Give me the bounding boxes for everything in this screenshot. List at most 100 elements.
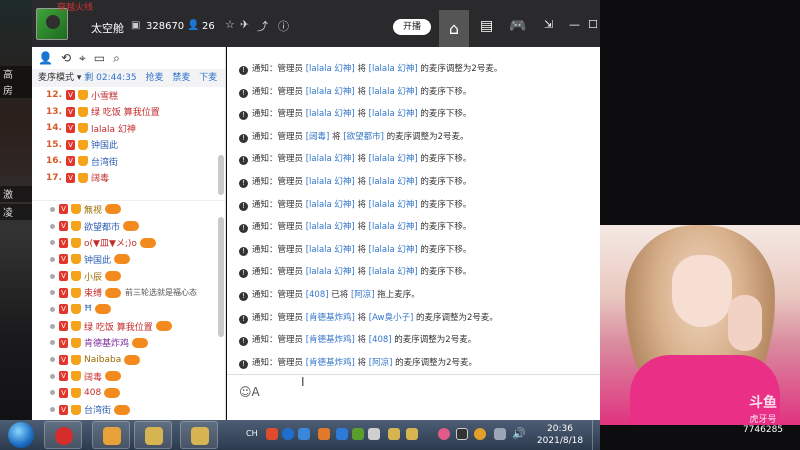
queue-item[interactable]: 13. V 绿 吃饭 算我位置 — [32, 104, 225, 121]
chat-input[interactable]: ☺A I — [227, 374, 600, 420]
help-icon[interactable] — [282, 428, 294, 440]
tray-app-icon[interactable] — [336, 428, 348, 440]
user-list-item[interactable]: V 肯德基炸鸡 — [32, 335, 225, 352]
target-user-name[interactable]: [Aw臭小子] — [369, 313, 414, 323]
taskbar-app-game-1[interactable] — [134, 421, 172, 449]
target-user-name[interactable]: [lalala 幻神] — [369, 87, 418, 97]
user-list-item[interactable]: V 無视 — [32, 201, 225, 218]
admin-name[interactable]: [lalala 幻神] — [306, 109, 355, 119]
user-list-item[interactable]: V 阔毒 — [32, 368, 225, 385]
monitor-icon[interactable] — [494, 428, 506, 440]
user-list-item[interactable]: V 束缚 前三轮选就是福心态 — [32, 284, 225, 301]
plane-icon[interactable]: ✈ — [240, 18, 249, 31]
swap-icon[interactable]: ⟲ — [61, 51, 71, 69]
tray-app-icon[interactable] — [368, 428, 380, 440]
volume-icon[interactable]: 🔊 — [512, 427, 526, 440]
admin-name[interactable]: [肯德基炸鸡] — [306, 313, 355, 323]
admin-name[interactable]: [lalala 幻神] — [306, 177, 355, 187]
message-text: 的麦序下移。 — [417, 267, 472, 278]
taskbar-app-netease[interactable] — [44, 421, 82, 449]
taskbar-app-notes[interactable] — [92, 421, 130, 449]
admin-name[interactable]: [lalala 幻神] — [306, 222, 355, 232]
search-icon[interactable]: ⌕ — [113, 51, 120, 69]
target-user-name[interactable]: [lalala 幻神] — [369, 154, 418, 164]
admin-name[interactable]: [阔毒] — [306, 132, 330, 142]
maximize-icon[interactable]: ☐ — [588, 18, 598, 31]
level-badge-icon: V — [59, 254, 68, 265]
tray-app-icon[interactable] — [406, 428, 418, 440]
sogou-icon[interactable] — [266, 428, 278, 440]
target-user-name[interactable]: [lalala 幻神] — [369, 200, 418, 210]
target-user-name[interactable]: [lalala 幻神] — [369, 109, 418, 119]
target-user-name[interactable]: [lalala 幻神] — [369, 245, 418, 255]
user-list-item[interactable]: V 小辰 — [32, 268, 225, 285]
note-icon[interactable]: ▭ — [94, 51, 105, 69]
user-nickname: 绿 吃饭 算我位置 — [84, 322, 153, 333]
location-icon[interactable]: ⌖ — [79, 51, 86, 69]
network-icon[interactable] — [298, 428, 310, 440]
queue-item[interactable]: 17. V 阔毒 — [32, 170, 225, 187]
target-user-name[interactable]: [408] — [369, 335, 392, 345]
admin-name[interactable]: [lalala 幻神] — [306, 87, 355, 97]
admin-name[interactable]: [lalala 幻神] — [306, 64, 355, 74]
download-icon[interactable]: ⇲ — [544, 18, 553, 31]
tray-app-icon[interactable] — [318, 428, 330, 440]
user-icon[interactable]: 👤 — [38, 51, 53, 69]
target-user-name[interactable]: [阿凉] — [369, 358, 393, 368]
show-desktop-button[interactable] — [592, 420, 600, 450]
user-list-item[interactable]: V 408 — [32, 385, 225, 402]
user-list-item[interactable]: VĦ — [32, 301, 225, 318]
start-live-button[interactable]: 开播 — [393, 19, 431, 35]
chevron-down-icon[interactable]: ▾ — [77, 73, 82, 83]
windows-start-icon[interactable] — [8, 422, 34, 448]
user-scrollbar[interactable] — [218, 217, 224, 337]
user-list-item[interactable]: V 欲望都市 — [32, 218, 225, 235]
queue-scrollbar[interactable] — [218, 155, 224, 195]
medal-icon — [114, 254, 131, 265]
user-list-item[interactable]: V 钟国此 — [32, 251, 225, 268]
tray-app-icon[interactable] — [388, 428, 400, 440]
target-user-name[interactable]: [lalala 幻神] — [369, 64, 418, 74]
user-list-item[interactable]: V 台湾街 — [32, 401, 225, 418]
target-user-name[interactable]: [阿凉] — [351, 290, 375, 300]
target-user-name[interactable]: [lalala 幻神] — [369, 177, 418, 187]
admin-name[interactable]: [lalala 幻神] — [306, 245, 355, 255]
nvidia-icon[interactable] — [352, 428, 364, 440]
list-icon[interactable]: ▤ — [480, 18, 493, 34]
user-list-item[interactable]: Vo(▼皿▼メ;)o — [32, 234, 225, 251]
home-icon[interactable]: ⌂ — [439, 10, 469, 47]
target-user-name[interactable]: [欲望都市] — [343, 132, 384, 142]
minimize-icon[interactable]: — — [569, 18, 580, 31]
info-icon[interactable]: ⓘ — [278, 18, 289, 34]
crown-icon — [71, 287, 81, 298]
clock[interactable]: 20:36 2021/8/18 — [530, 423, 590, 447]
queue-item[interactable]: 15. V 钟国此 — [32, 137, 225, 154]
queue-item[interactable]: 14. Vlalala 幻神 — [32, 120, 225, 137]
user-list-item[interactable]: V 绿 吃饭 算我位置 — [32, 318, 225, 335]
admin-name[interactable]: [lalala 幻神] — [306, 267, 355, 277]
emoji-icon[interactable]: ☺A — [239, 385, 260, 399]
target-user-name[interactable]: [lalala 幻神] — [369, 267, 418, 277]
leave-mic-button[interactable]: 下麦 — [199, 73, 217, 83]
target-user-name[interactable]: [lalala 幻神] — [369, 222, 418, 232]
queue-mode-label[interactable]: 麦序模式 — [38, 73, 74, 83]
tray-app-icon[interactable] — [456, 428, 468, 440]
user-list-item[interactable]: V Naibaba — [32, 351, 225, 368]
tray-app-icon[interactable] — [474, 428, 486, 440]
admin-name[interactable]: [lalala 幻神] — [306, 154, 355, 164]
admin-name[interactable]: [肯德基炸鸡] — [306, 358, 355, 368]
tray-app-icon[interactable] — [438, 428, 450, 440]
queue-item[interactable]: 16. V 台湾街 — [32, 153, 225, 170]
share-icon[interactable]: ⤴ — [257, 18, 268, 34]
admin-name[interactable]: [408] — [306, 290, 329, 300]
admin-name[interactable]: [lalala 幻神] — [306, 200, 355, 210]
queue-item[interactable]: 12. V 小雪糕 — [32, 87, 225, 104]
taskbar-app-game-2[interactable] — [180, 421, 218, 449]
grab-mic-button[interactable]: 抢麦 — [145, 73, 163, 83]
gamepad-icon[interactable]: 🎮 — [509, 18, 526, 34]
notice-icon: ! — [239, 359, 248, 369]
star-icon[interactable]: ☆ — [225, 18, 235, 31]
language-indicator[interactable]: CH — [246, 429, 258, 438]
admin-name[interactable]: [肯德基炸鸡] — [306, 335, 355, 345]
ban-mic-button[interactable]: 禁麦 — [172, 73, 190, 83]
